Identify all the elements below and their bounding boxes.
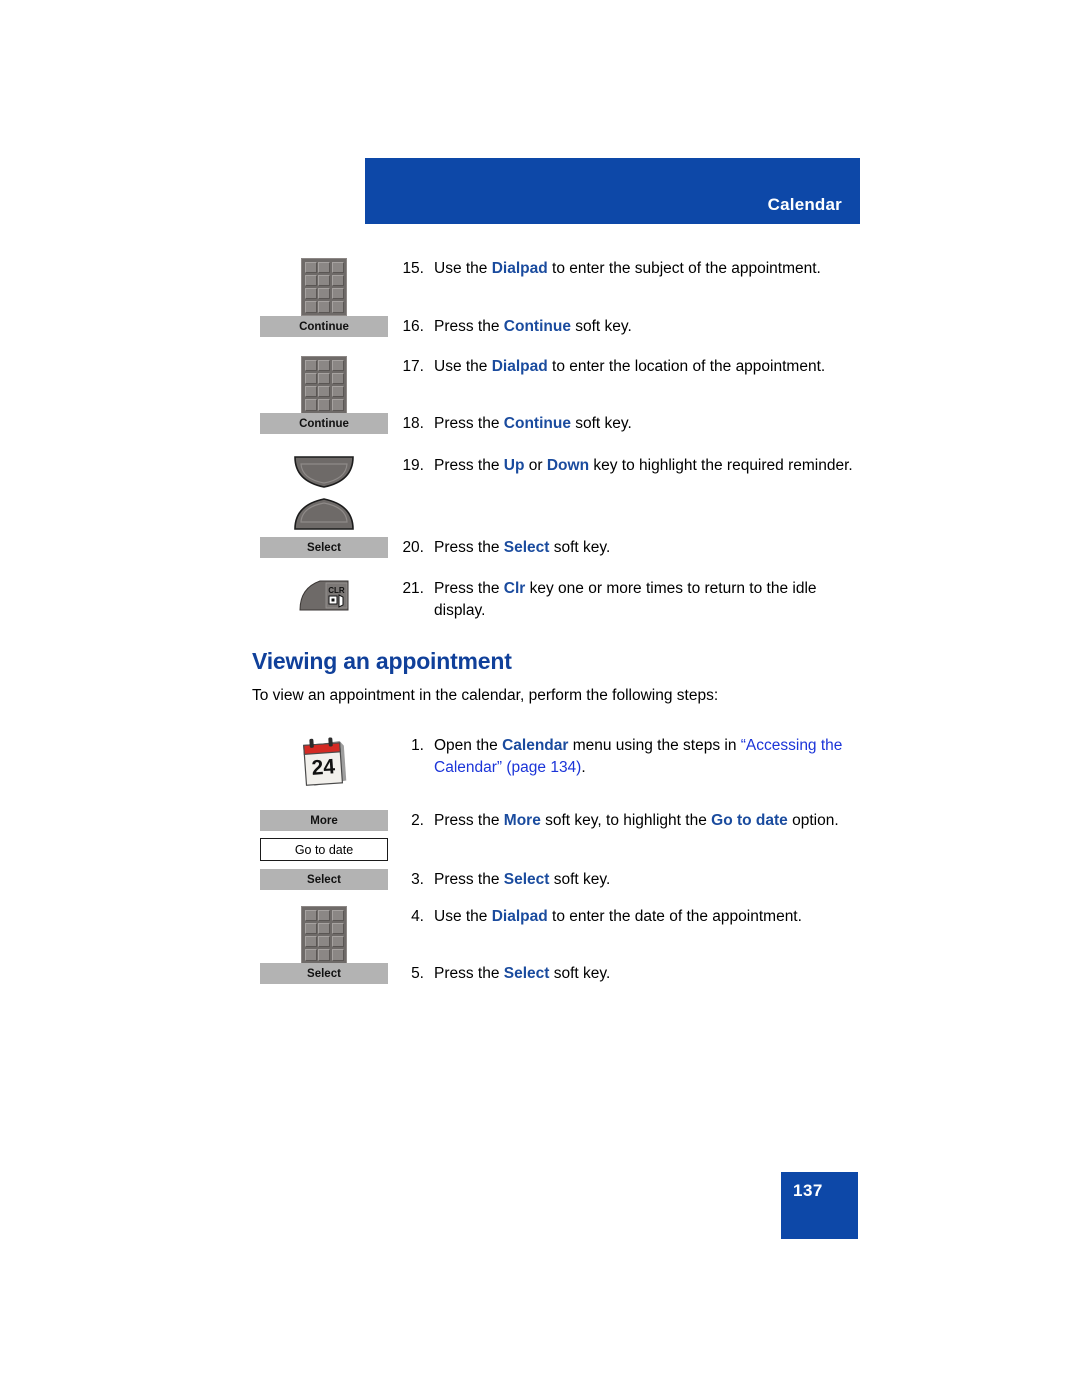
- step-body: Press the Continue soft key.: [434, 316, 866, 338]
- calendar-icon: 24: [297, 735, 351, 791]
- plain-text: Press the: [434, 318, 504, 335]
- step-body: Press the Up or Down key to highlight th…: [434, 455, 866, 477]
- emphasis-term: Down: [546, 457, 590, 474]
- navigation-up-key-icon: [289, 455, 359, 489]
- step-text: Press the Clr key one or more times to r…: [396, 578, 866, 621]
- emphasis-term: More: [503, 812, 541, 829]
- plain-text: Use the: [434, 908, 492, 925]
- step-text: Press the Select soft key.: [396, 869, 866, 891]
- emphasis-term: Dialpad: [491, 908, 548, 925]
- plain-text: Use the: [434, 358, 492, 375]
- plain-text: option.: [787, 812, 839, 829]
- dialpad-icon: [301, 258, 347, 316]
- section-intro-text: To view an appointment in the calendar, …: [252, 687, 719, 704]
- option-go-to-date[interactable]: Go to date: [260, 838, 388, 861]
- plain-text: to enter the location of the appointment…: [547, 358, 826, 375]
- step-body: Press the Select soft key.: [434, 537, 866, 559]
- dialpad-icon: [301, 356, 347, 414]
- page-number-box: 137: [781, 1172, 858, 1239]
- dialpad-icon: [301, 906, 347, 964]
- plain-text: Press the: [434, 457, 504, 474]
- plain-text: Press the: [434, 539, 504, 556]
- plain-text: or: [524, 457, 547, 474]
- emphasis-term: Dialpad: [491, 358, 548, 375]
- step-text: Use the Dialpad to enter the date of the…: [396, 906, 866, 928]
- step-icon-cell: [260, 906, 388, 964]
- emphasis-term: Calendar: [502, 737, 569, 754]
- plain-text: soft key, to highlight the: [540, 812, 712, 829]
- softkey-more[interactable]: More: [260, 810, 388, 831]
- plain-text: soft key.: [570, 318, 632, 335]
- step-text: Press the Select soft key.: [396, 537, 866, 559]
- page-number: 137: [793, 1181, 823, 1200]
- step-text: Press the Up or Down key to highlight th…: [396, 455, 866, 477]
- plain-text: to enter the subject of the appointment.: [547, 260, 821, 277]
- emphasis-term: Select: [503, 871, 550, 888]
- step-icon-cell: 24: [260, 735, 388, 791]
- plain-text: Press the: [434, 580, 504, 597]
- step-text: Press the Continue soft key.: [396, 413, 866, 435]
- step-text: Open the Calendar menu using the steps i…: [396, 735, 866, 778]
- softkey-select[interactable]: Select: [260, 537, 388, 558]
- plain-text: Open the: [434, 737, 503, 754]
- plain-text: menu using the steps in: [568, 737, 741, 754]
- section-heading: Viewing an appointment: [252, 648, 512, 674]
- step-body: Press the More soft key, to highlight th…: [434, 810, 866, 832]
- svg-text:24: 24: [311, 755, 336, 780]
- navigation-keys-icon: [289, 455, 359, 531]
- step-text: Use the Dialpad to enter the subject of …: [396, 258, 866, 280]
- plain-text: Press the: [434, 812, 504, 829]
- clr-key-icon: CLR: [298, 578, 350, 612]
- emphasis-term: Select: [503, 539, 550, 556]
- emphasis-term: Go to date: [711, 812, 788, 829]
- plain-text: to enter the date of the appointment.: [547, 908, 802, 925]
- emphasis-term: Up: [503, 457, 525, 474]
- step-icon-cell: CLR: [260, 578, 388, 612]
- plain-text: soft key.: [549, 871, 611, 888]
- navigation-down-key-icon: [289, 497, 359, 531]
- step-text: Press the More soft key, to highlight th…: [396, 810, 866, 832]
- page-header-bar: Calendar: [365, 158, 860, 224]
- step-icon-cell: Select: [260, 963, 388, 984]
- softkey-select[interactable]: Select: [260, 869, 388, 890]
- step-icon-cell: Select: [260, 869, 388, 890]
- emphasis-term: Clr: [503, 580, 526, 597]
- step-icon-cell: [260, 455, 388, 531]
- emphasis-term: Select: [503, 965, 550, 982]
- step-icon-cell: [260, 258, 388, 316]
- plain-text: soft key.: [570, 415, 632, 432]
- page-header-title: Calendar: [767, 195, 842, 214]
- step-text: Press the Select soft key.: [396, 963, 866, 985]
- softkey-continue[interactable]: Continue: [260, 413, 388, 434]
- step-icon-cell: Continue: [260, 413, 388, 434]
- step-text: Press the Continue soft key.: [396, 316, 866, 338]
- step-body: Use the Dialpad to enter the location of…: [434, 356, 866, 378]
- step-icon-cell: [260, 356, 388, 414]
- plain-text: Use the: [434, 260, 492, 277]
- step-body: Use the Dialpad to enter the subject of …: [434, 258, 866, 280]
- emphasis-term: Dialpad: [491, 260, 548, 277]
- step-text: Use the Dialpad to enter the location of…: [396, 356, 866, 378]
- step-body: Press the Select soft key.: [434, 869, 866, 891]
- step-body: Use the Dialpad to enter the date of the…: [434, 906, 866, 928]
- plain-text: Press the: [434, 871, 504, 888]
- step-body: Press the Clr key one or more times to r…: [434, 578, 866, 621]
- softkey-select[interactable]: Select: [260, 963, 388, 984]
- svg-text:CLR: CLR: [328, 586, 345, 595]
- softkey-continue[interactable]: Continue: [260, 316, 388, 337]
- emphasis-term: Continue: [503, 318, 571, 335]
- plain-text: soft key.: [549, 965, 611, 982]
- step-icon-cell: Continue: [260, 316, 388, 337]
- plain-text: Press the: [434, 415, 504, 432]
- plain-text: .: [581, 758, 586, 776]
- step-body: Open the Calendar menu using the steps i…: [434, 735, 866, 778]
- step-icon-cell: Select: [260, 537, 388, 558]
- step-body: Press the Select soft key.: [434, 963, 866, 985]
- emphasis-term: Continue: [503, 415, 571, 432]
- step-body: Press the Continue soft key.: [434, 413, 866, 435]
- step-icon-cell: More Go to date: [260, 810, 388, 861]
- plain-text: soft key.: [549, 539, 611, 556]
- plain-text: Press the: [434, 965, 504, 982]
- plain-text: key to highlight the required reminder.: [589, 457, 853, 474]
